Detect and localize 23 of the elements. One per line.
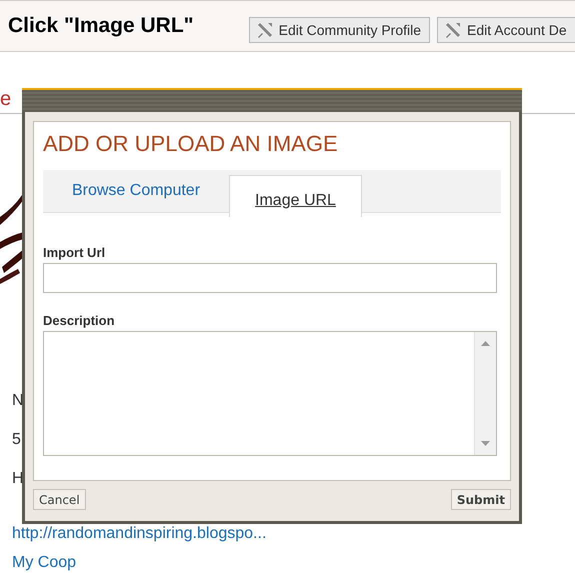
heading-fragment: e	[0, 88, 12, 111]
text-fragment: N	[12, 392, 25, 410]
tab[interactable]: Browse Computer	[43, 170, 229, 202]
field-label: Import Url	[43, 245, 106, 260]
scrollbar[interactable]	[474, 332, 496, 455]
dialog-title: ADD OR UPLOAD AN IMAGE	[43, 131, 339, 157]
text-fragment: H	[12, 470, 25, 488]
edit-button[interactable]: Edit Account De	[437, 17, 575, 43]
url-field[interactable]	[43, 263, 497, 293]
edit-button[interactable]: Edit Community Profile	[248, 17, 430, 43]
text-fragment: 5	[12, 431, 22, 449]
wrench-icon	[444, 21, 462, 39]
wrench-icon	[256, 21, 274, 39]
tab[interactable]: Image URL	[229, 175, 362, 217]
page-title: Click "Image URL"	[8, 14, 194, 38]
link[interactable]: My Coop	[12, 554, 266, 572]
field-label: Description	[43, 313, 116, 328]
submit-button[interactable]: Submit	[450, 489, 511, 510]
up-arrow-icon[interactable]	[481, 341, 490, 346]
link[interactable]: http://randomandinspiring.blogspo...	[12, 525, 266, 543]
down-arrow-icon[interactable]	[481, 441, 490, 446]
description-field[interactable]	[43, 331, 497, 456]
cancel-button[interactable]: Cancel	[33, 489, 86, 510]
